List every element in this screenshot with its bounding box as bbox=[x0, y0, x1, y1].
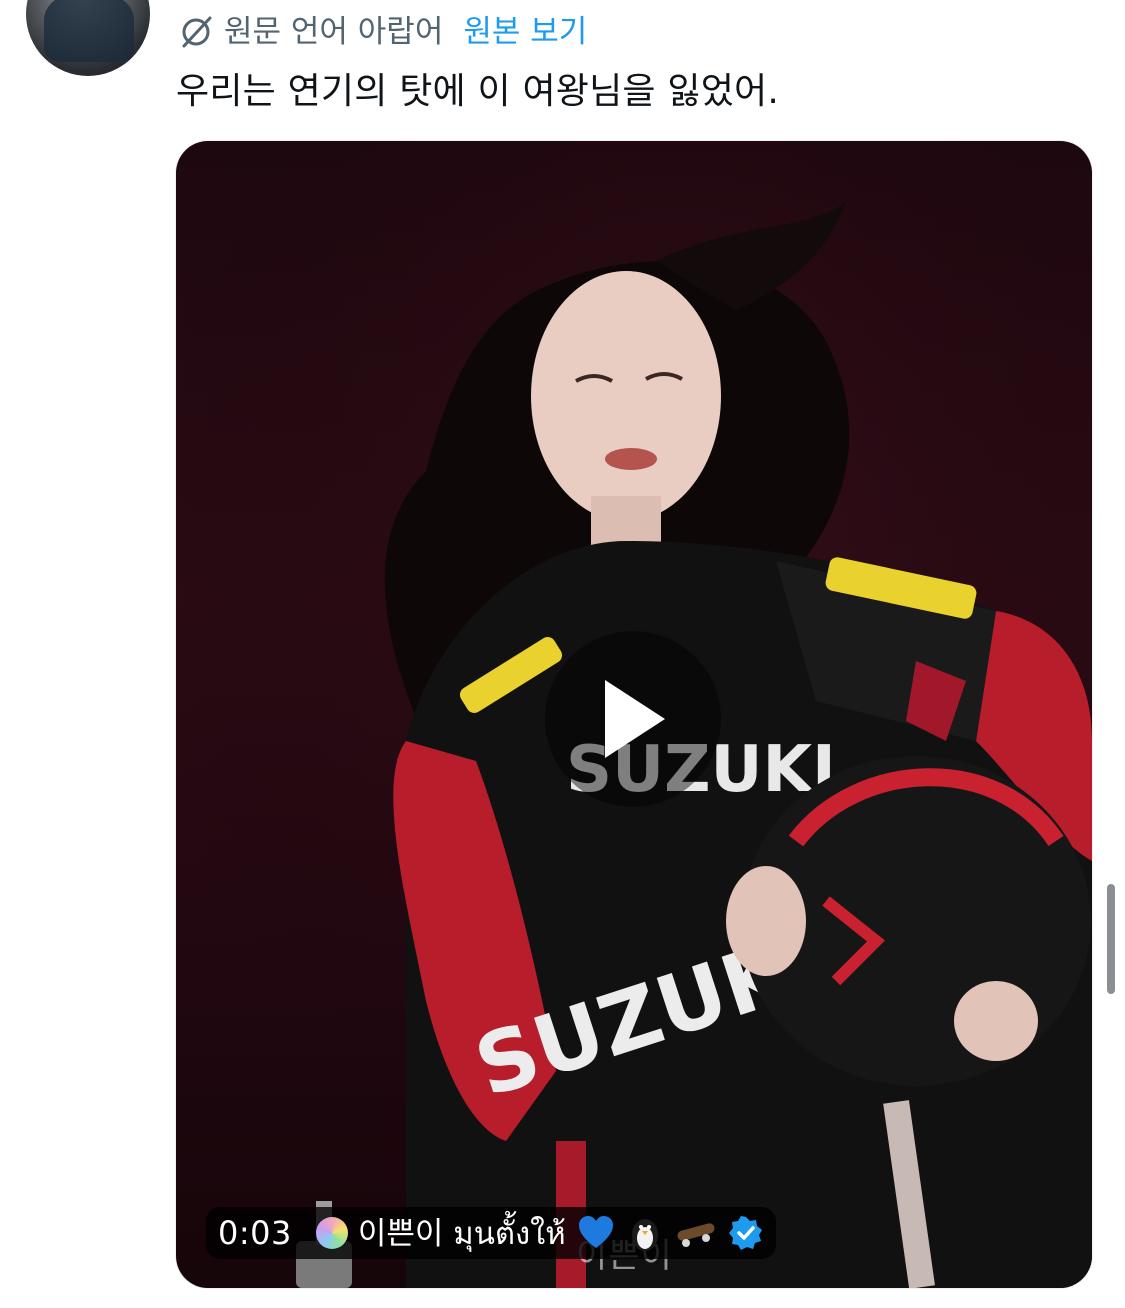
blue-heart-icon bbox=[578, 1216, 613, 1248]
video-title: 이쁜이 มุนตั้งให้ bbox=[357, 1216, 566, 1252]
sticker-emoji-icon bbox=[315, 1217, 348, 1249]
user-avatar[interactable] bbox=[26, 0, 150, 76]
play-icon bbox=[605, 680, 665, 758]
play-button[interactable] bbox=[545, 631, 721, 807]
view-original-link[interactable]: 원본 보기 bbox=[463, 16, 587, 48]
translation-label: 원문 언어 아랍어 bbox=[224, 13, 444, 50]
translation-notice: 원문 언어 아랍어 원본 보기 bbox=[178, 10, 587, 54]
scrollbar[interactable] bbox=[1107, 884, 1115, 994]
video-timestamp: 0:03 bbox=[218, 1214, 292, 1252]
video-player[interactable]: SUZUKI SUZUKI 이쁜이 0:03 이쁜이 มุนตั้งให้ bbox=[176, 141, 1092, 1288]
tweet-text: 우리는 연기의 탓에 이 여왕님을 잃었어. bbox=[176, 71, 779, 112]
penguin-icon bbox=[631, 1219, 658, 1251]
verified-badge-icon bbox=[728, 1216, 762, 1250]
translate-icon bbox=[178, 14, 214, 50]
video-info-overlay: 0:03 이쁜이 มุนตั้งให้ bbox=[206, 1207, 776, 1259]
skateboard-icon bbox=[677, 1223, 715, 1247]
